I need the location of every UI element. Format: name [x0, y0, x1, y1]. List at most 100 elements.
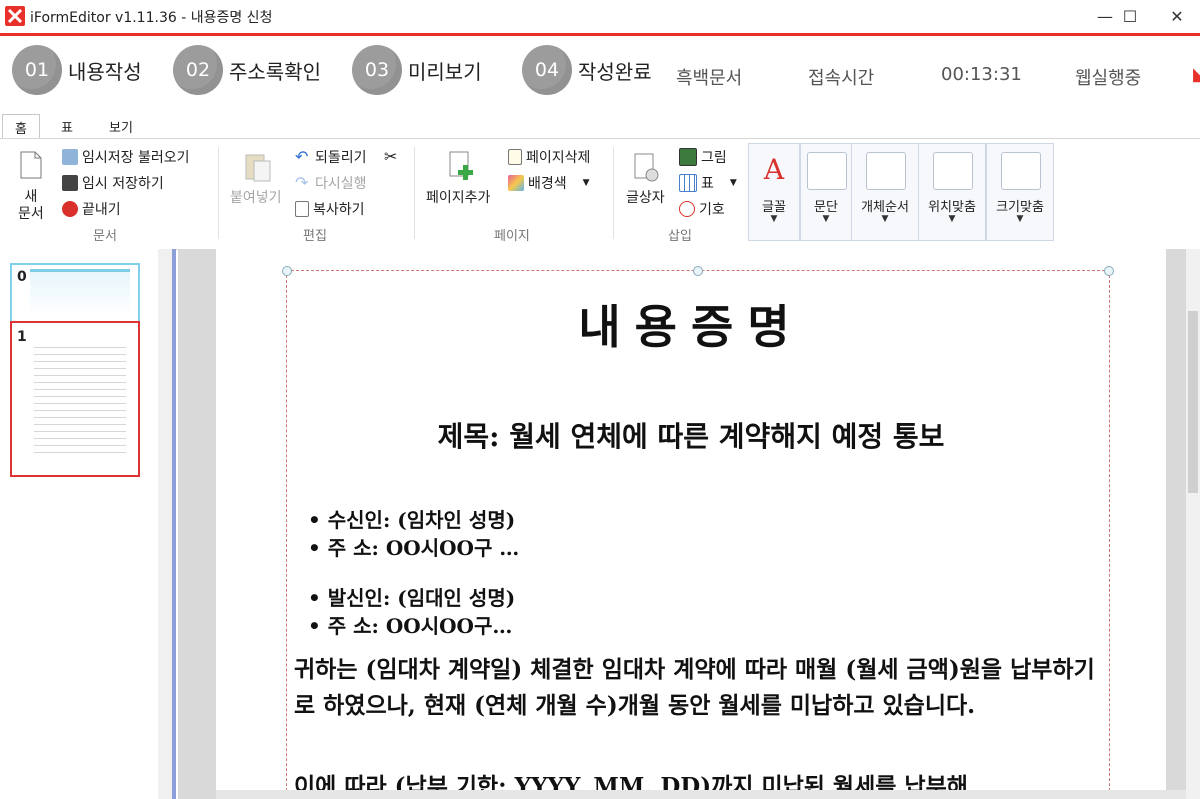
ribbon-separator [218, 147, 219, 239]
recipient-address-line[interactable]: • 주 소: OO시OO구 … [308, 532, 519, 561]
thumbnail-number: 1 [17, 329, 27, 345]
insert-image-label: 그림 [701, 150, 727, 166]
resize-handle[interactable] [693, 266, 703, 276]
redo-arrow-icon: ↷ [295, 173, 309, 192]
page-thumbnail-selected[interactable]: 1 [10, 321, 140, 477]
load-temp-button[interactable]: 임시저장 불러오기 [62, 147, 190, 167]
undo-arrow-icon: ↶ [295, 147, 309, 166]
cut-scissors-icon[interactable]: ✂ [384, 147, 397, 166]
tab-table[interactable]: 표 [52, 114, 82, 138]
chevron-down-icon: ▼ [948, 214, 956, 224]
page-thumbnail[interactable]: 0 [10, 263, 140, 323]
new-document-icon [20, 151, 42, 183]
paragraph-label: 문단 [814, 200, 838, 215]
vertical-scrollbar[interactable] [1186, 249, 1200, 799]
add-page-button[interactable]: 페이지추가 [426, 187, 490, 207]
step-number: 04 [522, 45, 572, 95]
document-canvas: 내용증명 제목: 월세 연체에 따른 계약해지 예정 통보 • 수신인: (임차… [178, 249, 1186, 799]
save-temp-label: 임시 저장하기 [82, 176, 164, 192]
font-dropdown[interactable]: A 글꼴 ▼ [748, 143, 800, 241]
group-label-edit: 편집 [303, 229, 327, 244]
document-page[interactable]: 내용증명 제목: 월세 연체에 따른 계약해지 예정 통보 • 수신인: (임차… [216, 249, 1166, 799]
step-write-content[interactable]: 01 내용작성 [12, 45, 142, 95]
tab-home[interactable]: 홈 [2, 114, 40, 139]
exit-button[interactable]: 끝내기 [62, 199, 121, 219]
web-running-label: 웹실행중 [1075, 68, 1142, 89]
insert-symbol-label: 기호 [699, 202, 725, 218]
panel-splitter[interactable] [158, 249, 176, 799]
ribbon-separator [613, 147, 614, 239]
align-position-label: 위치맞춤 [928, 200, 976, 215]
sender-name-line[interactable]: • 발신인: (임대인 성명) [308, 582, 515, 611]
exit-x-icon [62, 201, 78, 217]
horizontal-scrollbar[interactable] [216, 790, 1186, 799]
delete-page-button[interactable]: 페이지삭제 [508, 147, 590, 167]
load-temp-icon [62, 149, 78, 165]
insert-symbol-button[interactable]: 기호 [679, 199, 725, 219]
resize-handle[interactable] [1104, 266, 1114, 276]
font-a-icon: A [763, 153, 785, 186]
close-button[interactable]: ✕ [1154, 0, 1200, 32]
access-time-value: 00:13:31 [941, 64, 1022, 85]
tab-view[interactable]: 보기 [100, 114, 142, 138]
step-preview[interactable]: 03 미리보기 [352, 45, 482, 95]
background-color-label: 배경색 [528, 176, 567, 192]
align-position-dropdown[interactable]: 위치맞춤 ▼ [918, 143, 986, 241]
paste-button[interactable]: 붙여넣기 [230, 187, 282, 207]
object-order-dropdown[interactable]: 개체순서 ▼ [851, 143, 919, 241]
step-number: 01 [12, 45, 62, 95]
status-flag-icon: ◣ [1193, 64, 1200, 85]
object-order-label: 개체순서 [861, 200, 909, 215]
maximize-button[interactable]: ☐ [1107, 0, 1153, 32]
group-label-page: 페이지 [494, 229, 530, 244]
palette-icon [508, 175, 524, 191]
match-size-label: 크기맞춤 [996, 200, 1044, 215]
object-order-icon [866, 152, 906, 190]
textbox-button[interactable]: 글상자 [626, 187, 665, 207]
load-temp-label: 임시저장 불러오기 [82, 150, 190, 166]
recipient-name-line[interactable]: • 수신인: (임차인 성명) [308, 504, 515, 533]
group-label-document: 문서 [93, 229, 117, 244]
new-document-button[interactable]: 새 문서 [18, 189, 44, 223]
step-check-address[interactable]: 02 주소록확인 [173, 45, 321, 95]
scroll-thumb[interactable] [1188, 311, 1198, 493]
align-position-icon [933, 152, 973, 190]
paragraph-dropdown[interactable]: 문단 ▼ [800, 143, 852, 241]
page-thumbnail-panel: 0 1 [0, 249, 158, 799]
redo-button[interactable]: ↷ 다시실행 [295, 173, 367, 193]
new-document-label: 새 [24, 189, 38, 205]
match-size-icon [1001, 152, 1041, 190]
chevron-down-icon: ▼ [729, 178, 737, 188]
chevron-down-icon: ▼ [881, 214, 889, 224]
textbox-icon [633, 153, 661, 187]
body-paragraph[interactable]: 귀하는 (임대차 계약일) 체결한 임대차 계약에 따라 매월 (월세 금액)원… [294, 652, 1114, 724]
match-size-dropdown[interactable]: 크기맞춤 ▼ [986, 143, 1054, 241]
save-temp-button[interactable]: 임시 저장하기 [62, 173, 164, 193]
thumbnail-number: 0 [17, 269, 27, 285]
step-number: 03 [352, 45, 402, 95]
add-page-icon [448, 151, 478, 185]
document-subtitle[interactable]: 제목: 월세 연체에 따른 계약해지 예정 통보 [216, 415, 1166, 455]
step-label: 미리보기 [408, 59, 482, 84]
background-color-dropdown[interactable]: 배경색 ▼ [508, 173, 590, 193]
symbol-icon [679, 201, 695, 217]
copy-button[interactable]: 복사하기 [295, 199, 365, 219]
thumbnail-preview [30, 269, 130, 316]
insert-table-dropdown[interactable]: 표 ▼ [679, 173, 737, 193]
document-title[interactable]: 내용증명 [216, 291, 1166, 357]
step-number: 02 [173, 45, 223, 95]
step-bar: 01 내용작성 02 주소록확인 03 미리보기 04 작성완료 흑백문서 접속… [0, 36, 1200, 114]
step-complete[interactable]: 04 작성완료 [522, 45, 652, 95]
insert-image-button[interactable]: 그림 [679, 147, 727, 167]
exit-label: 끝내기 [82, 202, 121, 218]
font-label: 글꼴 [762, 200, 786, 215]
sender-address-line[interactable]: • 주 소: OO시OO구… [308, 610, 512, 639]
copy-label: 복사하기 [313, 202, 365, 218]
resize-handle[interactable] [282, 266, 292, 276]
title-bar: iFormEditor v1.11.36 - 내용증명 신청 — ☐ ✕ [0, 0, 1200, 32]
paragraph-icon [807, 152, 847, 190]
table-icon [679, 174, 697, 192]
step-label: 내용작성 [68, 59, 142, 84]
copy-icon [295, 201, 309, 217]
undo-button[interactable]: ↶ 되돌리기 [295, 147, 367, 167]
